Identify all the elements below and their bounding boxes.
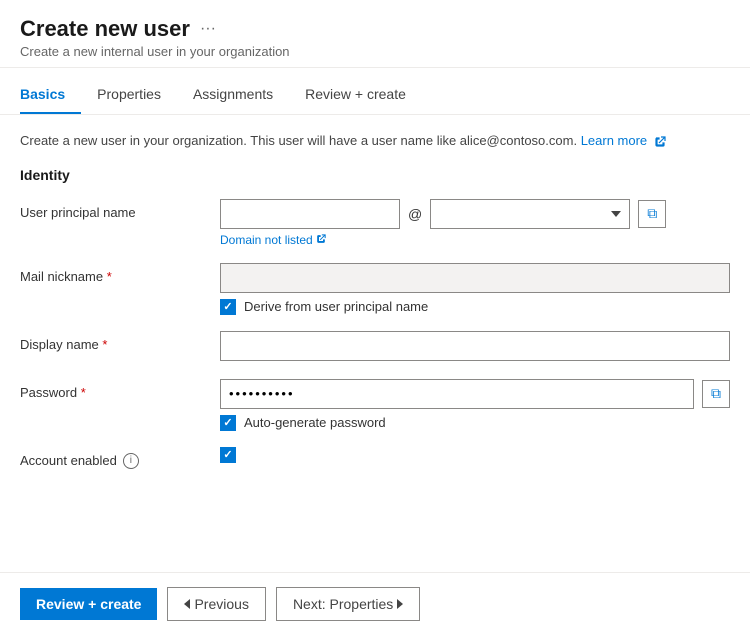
main-content: Create a new user in your organization. … (0, 115, 750, 511)
derive-checkbox-label: Derive from user principal name (244, 299, 428, 314)
account-enabled-checkmark-icon: ✓ (223, 448, 232, 461)
external-link-icon (654, 136, 666, 148)
tab-bar: Basics Properties Assignments Review + c… (0, 76, 750, 115)
display-name-group: Display name * (20, 331, 730, 363)
chevron-right-icon (397, 599, 403, 609)
password-row: ⧉ (220, 379, 730, 409)
derive-checkmark-icon: ✓ (223, 300, 232, 313)
autogenerate-checkmark-icon: ✓ (223, 416, 232, 429)
account-enabled-control-area: ✓ (220, 447, 730, 463)
account-enabled-label: Account enabled i (20, 447, 220, 469)
display-name-required-star: * (102, 337, 107, 352)
tab-assignments[interactable]: Assignments (193, 76, 289, 114)
password-control-area: ⧉ ✓ Auto-generate password (220, 379, 730, 431)
account-enabled-info-icon[interactable]: i (123, 453, 139, 469)
review-create-button[interactable]: Review + create (20, 588, 157, 620)
autogenerate-checkbox-row: ✓ Auto-generate password (220, 415, 730, 431)
password-group: Password * ⧉ ✓ Auto-generate password (20, 379, 730, 431)
display-name-input[interactable] (220, 331, 730, 361)
chevron-down-icon (611, 211, 621, 217)
chevron-left-icon (184, 599, 190, 609)
account-enabled-group: Account enabled i ✓ (20, 447, 730, 479)
account-enabled-checkbox[interactable]: ✓ (220, 447, 236, 463)
copy-upn-button[interactable]: ⧉ (638, 200, 666, 228)
autogenerate-checkbox-label: Auto-generate password (244, 415, 386, 430)
display-name-control-area (220, 331, 730, 361)
description-text: Create a new user in your organization. … (20, 131, 730, 151)
page-header: Create new user ··· Create a new interna… (0, 0, 750, 68)
previous-button[interactable]: Previous (167, 587, 265, 621)
mail-nickname-input (220, 263, 730, 293)
password-label: Password * (20, 379, 220, 400)
copy-password-icon: ⧉ (711, 385, 721, 402)
page-subtitle: Create a new internal user in your organ… (20, 44, 730, 59)
learn-more-link[interactable]: Learn more (581, 133, 666, 148)
required-star: * (107, 269, 112, 284)
identity-heading: Identity (20, 167, 730, 183)
mail-nickname-control-area: ✓ Derive from user principal name (220, 263, 730, 315)
upn-label: User principal name (20, 199, 220, 220)
next-button[interactable]: Next: Properties (276, 587, 420, 621)
password-required-star: * (81, 385, 86, 400)
derive-checkbox-row: ✓ Derive from user principal name (220, 299, 730, 315)
autogenerate-checkbox[interactable]: ✓ (220, 415, 236, 431)
mail-nickname-group: Mail nickname * ✓ Derive from user princ… (20, 263, 730, 315)
mail-nickname-label: Mail nickname * (20, 263, 220, 284)
password-input[interactable] (220, 379, 694, 409)
tab-basics[interactable]: Basics (20, 76, 81, 114)
page-title: Create new user (20, 16, 190, 42)
tab-review-create[interactable]: Review + create (305, 76, 422, 114)
copy-password-button[interactable]: ⧉ (702, 380, 730, 408)
domain-dropdown[interactable] (430, 199, 630, 229)
upn-control-area: @ ⧉ Domain not listed (220, 199, 730, 247)
at-symbol: @ (404, 206, 426, 222)
domain-external-link-icon (316, 234, 326, 244)
upn-group: User principal name @ ⧉ Domain not liste… (20, 199, 730, 247)
more-options-icon[interactable]: ··· (200, 20, 216, 38)
domain-not-listed-link[interactable]: Domain not listed (220, 233, 730, 247)
derive-checkbox[interactable]: ✓ (220, 299, 236, 315)
upn-input[interactable] (220, 199, 400, 229)
display-name-label: Display name * (20, 331, 220, 352)
footer: Review + create Previous Next: Propertie… (0, 572, 750, 635)
upn-row: @ ⧉ (220, 199, 730, 229)
copy-icon: ⧉ (647, 205, 657, 222)
tab-properties[interactable]: Properties (97, 76, 177, 114)
